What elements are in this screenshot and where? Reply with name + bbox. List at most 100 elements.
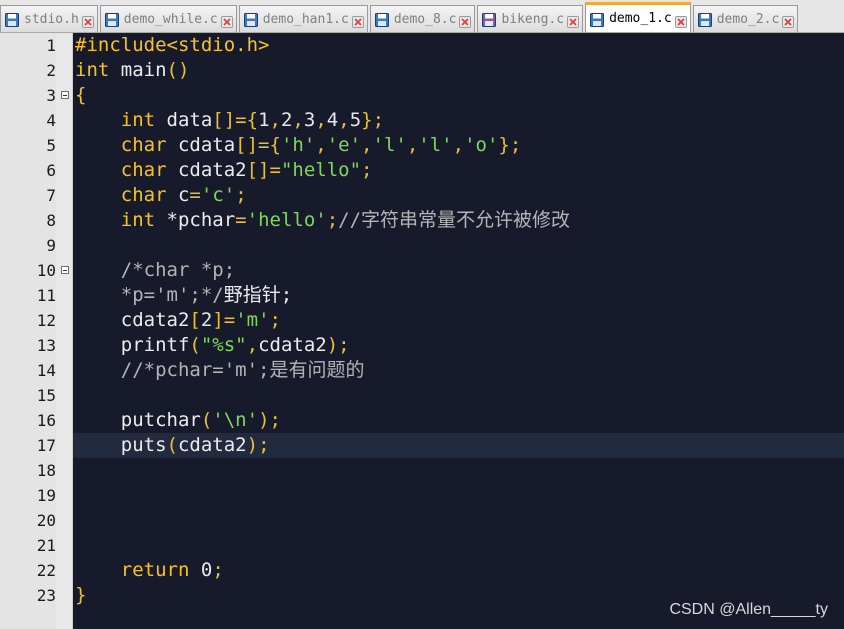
tab-demo-8-c[interactable]: demo_8.c [369,5,476,32]
code-line[interactable]: int main() [75,58,189,83]
code-token: data [155,109,213,131]
code-line[interactable]: char c='c'; [75,183,247,208]
tab-demo-while-c[interactable]: demo_while.c [99,5,237,32]
fold-margin [56,33,73,629]
code-line[interactable]: return 0; [75,558,224,583]
code-token: 'l' [418,134,453,156]
code-token: "hello" [280,159,362,181]
code-token: []={ [235,134,281,156]
watermark: CSDN @Allen_____ty [669,601,828,618]
line-number: 8 [46,211,56,230]
code-token: cdata [166,134,236,156]
code-token: , [292,109,304,131]
code-token: 'c' [200,184,236,206]
code-line[interactable]: int *pchar='hello';//字符串常量不允许被修改 [75,208,570,233]
code-line[interactable]: #include<stdio.h> [75,33,269,58]
code-token: 'h' [280,134,316,156]
tab-demo-han1-c[interactable]: demo_han1.c [238,5,368,32]
code-token: 5 [349,109,362,131]
code-line[interactable]: } [75,583,86,608]
close-icon[interactable] [674,13,687,28]
tab-demo-1-c[interactable]: demo_1.c [585,2,691,32]
code-token: 'hello' [246,209,327,231]
tab-bikeng-c[interactable]: bikeng.c [477,5,584,32]
code-token: ; [212,559,224,581]
code-token: int [75,59,110,81]
line-number: 21 [36,536,56,555]
code-line[interactable]: char cdata2[]="hello"; [75,158,373,183]
close-icon[interactable] [351,13,364,28]
code-token: ; [326,209,339,231]
code-token: putchar [120,409,201,431]
code-token: puts [120,434,167,456]
code-token: char [120,134,167,156]
fold-minus-icon[interactable] [61,91,69,99]
code-token: c [166,184,190,206]
code-editor[interactable]: #include<stdio.h> int main(){ int data[]=… [73,33,844,629]
floppy-save-icon [374,12,389,27]
line-number: 18 [36,461,56,480]
line-number: 17 [36,436,56,455]
code-token: char [120,184,167,206]
code-line[interactable]: putchar('\n'); [75,408,281,433]
close-icon[interactable] [220,13,233,28]
code-token: , [246,334,259,356]
line-number: 2 [46,61,56,80]
floppy-unsaved-icon [482,12,497,27]
line-number: 5 [46,136,56,155]
code-token: ); [246,434,270,456]
close-icon[interactable] [81,13,94,28]
line-number: 3 [46,86,56,105]
tab-label: demo_2.c [716,11,780,27]
code-token: []= [246,159,281,181]
code-token: cdata2 [120,309,190,331]
code-token: cdata2 [258,334,327,356]
tab-stdio-h[interactable]: stdio.h [0,5,98,32]
floppy-save-icon [243,12,258,27]
close-icon[interactable] [567,13,580,28]
close-icon[interactable] [782,13,795,28]
tab-demo-2-c[interactable]: demo_2.c [692,5,799,32]
code-token: *p='m';*/ [75,284,224,306]
code-token: []={ [212,109,259,131]
tab-label: bikeng.c [501,11,565,27]
code-token: char [120,159,167,181]
line-number: 15 [36,386,56,405]
code-line[interactable]: puts(cdata2); [75,433,270,458]
code-line[interactable]: char cdata[]={'h','e','l','l','o'}; [75,133,522,158]
floppy-save-icon [104,12,119,27]
code-line[interactable]: { [75,83,86,108]
code-line[interactable]: *p='m';*/野指针; [75,283,292,308]
floppy-save-icon [590,12,605,27]
code-token: [ [189,309,201,331]
code-line[interactable]: /*char *p; [75,258,235,283]
code-token: cdata2 [166,159,247,181]
tab-bar: stdio.h demo_while.c demo_han1.c demo_8.c bi… [0,0,844,33]
code-token: , [338,109,350,131]
close-icon[interactable] [459,13,472,28]
code-line[interactable]: int data[]={1,2,3,4,5}; [75,108,384,133]
code-line[interactable]: printf("%s",cdata2); [75,333,350,358]
line-number: 19 [36,486,56,505]
fold-minus-icon[interactable] [61,266,69,274]
code-line[interactable]: cdata2[2]='m'; [75,308,281,333]
code-token: 'o' [464,134,499,156]
line-number: 10 [36,261,56,280]
code-token: 'l' [372,134,407,156]
code-token: ); [258,409,281,431]
line-number: 23 [36,586,56,605]
code-token: }; [361,109,385,131]
line-number: 22 [36,561,56,580]
code-token: ( [166,434,178,456]
code-token: } [75,584,87,606]
tab-label: demo_1.c [609,11,672,26]
tab-label: stdio.h [24,11,79,27]
code-line[interactable]: //*pchar='m';是有问题的 [75,358,365,383]
